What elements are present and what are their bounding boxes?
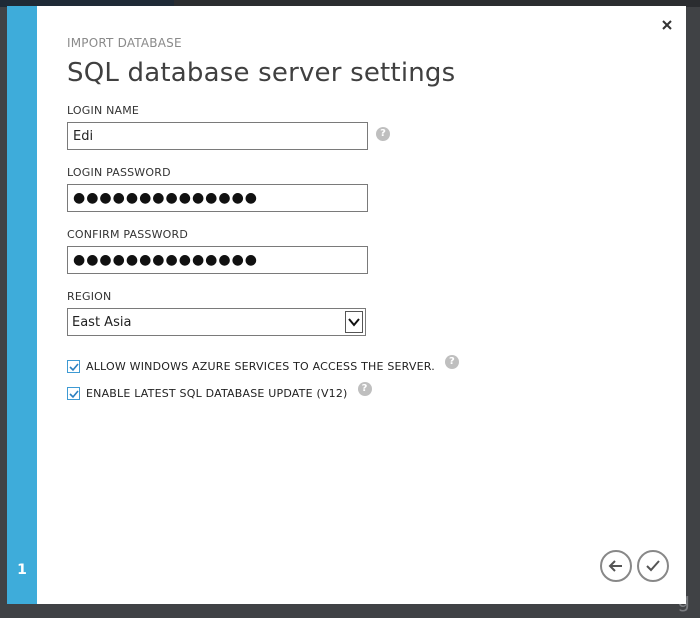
enable-v12-update-option: ENABLE LATEST SQL DATABASE UPDATE (V12) … xyxy=(67,382,647,403)
close-icon xyxy=(662,20,672,30)
page-title: SQL database server settings xyxy=(67,58,456,88)
back-arrow-icon xyxy=(608,560,622,572)
complete-button[interactable] xyxy=(637,550,669,582)
import-database-dialog: 1 IMPORT DATABASE SQL database server se… xyxy=(7,6,686,604)
enable-v12-update-checkbox[interactable] xyxy=(67,386,80,400)
region-select[interactable]: East Asia xyxy=(67,308,366,336)
wizard-step-bar: 1 xyxy=(7,6,37,604)
login-password-row: ●●●●●●●●●●●●●● xyxy=(67,184,647,214)
allow-azure-services-option: ALLOW WINDOWS AZURE SERVICES TO ACCESS T… xyxy=(67,355,647,376)
confirm-password-value: ●●●●●●●●●●●●●● xyxy=(73,252,259,268)
enable-v12-update-help-icon[interactable]: ? xyxy=(357,382,372,396)
login-name-input[interactable]: Edi xyxy=(67,122,368,150)
allow-azure-services-help-icon[interactable]: ? xyxy=(444,355,459,369)
login-password-label: LOGIN PASSWORD xyxy=(67,166,171,179)
step-number: 1 xyxy=(17,562,27,578)
region-row: East Asia xyxy=(67,308,647,338)
login-name-label: LOGIN NAME xyxy=(67,104,140,117)
allow-azure-services-label[interactable]: ALLOW WINDOWS AZURE SERVICES TO ACCESS T… xyxy=(86,360,435,373)
checkmark-icon xyxy=(646,560,660,572)
close-button[interactable] xyxy=(658,16,676,34)
region-label: REGION xyxy=(67,290,112,303)
enable-v12-update-label[interactable]: ENABLE LATEST SQL DATABASE UPDATE (V12) xyxy=(86,387,348,400)
region-dropdown-button[interactable] xyxy=(345,311,363,333)
login-password-input[interactable]: ●●●●●●●●●●●●●● xyxy=(67,184,368,212)
login-name-help-icon[interactable]: ? xyxy=(376,127,390,141)
allow-azure-services-checkbox[interactable] xyxy=(67,359,80,373)
login-name-row: Edi ? xyxy=(67,122,647,152)
login-password-value: ●●●●●●●●●●●●●● xyxy=(73,190,259,206)
confirm-password-input[interactable]: ●●●●●●●●●●●●●● xyxy=(67,246,368,274)
region-selected-value: East Asia xyxy=(72,314,132,330)
dialog-content: IMPORT DATABASE SQL database server sett… xyxy=(67,36,647,410)
back-button[interactable] xyxy=(600,550,632,582)
dialog-kicker: IMPORT DATABASE xyxy=(67,36,182,50)
chevron-down-icon xyxy=(348,318,360,327)
confirm-password-row: ●●●●●●●●●●●●●● xyxy=(67,246,647,276)
checkmark-icon xyxy=(69,389,79,398)
checkmark-icon xyxy=(69,362,79,371)
confirm-password-label: CONFIRM PASSWORD xyxy=(67,228,189,241)
